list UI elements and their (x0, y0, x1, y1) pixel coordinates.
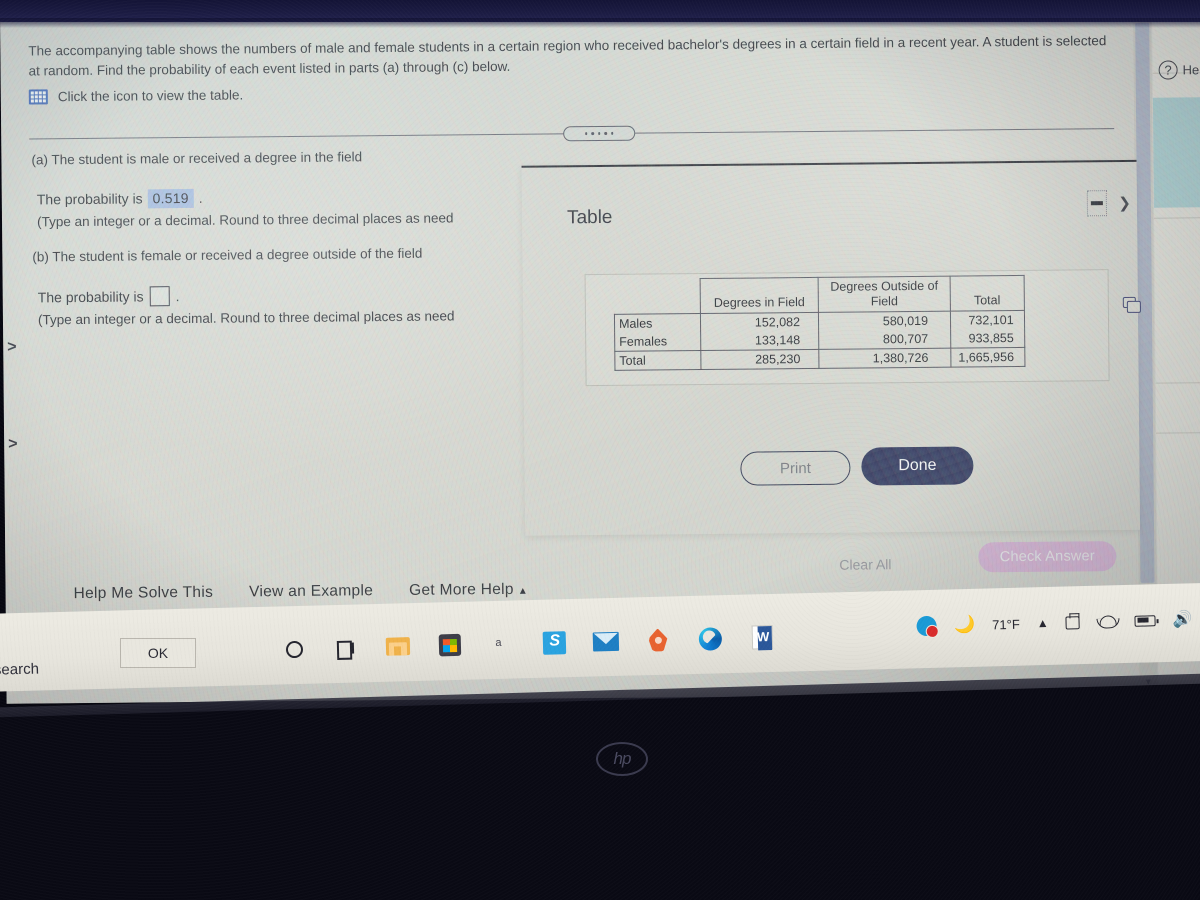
part-b-answer-row: The probability is . (38, 286, 180, 307)
table-header-row: Degrees in Field Degrees Outside of Fiel… (614, 275, 1025, 315)
check-answer-button[interactable]: Check Answer (978, 541, 1117, 573)
minimize-icon[interactable] (1086, 190, 1108, 217)
caret-up-icon: ▲ (517, 585, 529, 597)
help-badge-icon[interactable] (916, 615, 938, 637)
file-explorer-icon[interactable] (385, 633, 412, 660)
part-b-answer-input[interactable] (149, 286, 170, 307)
cell-in-field: 133,148 (700, 330, 819, 351)
row-label: Males (614, 313, 701, 333)
cell-outside-field: 800,707 (818, 329, 951, 350)
taskbar-icon-row: a (281, 624, 775, 662)
microsoft-store-icon[interactable] (437, 632, 464, 659)
view-an-example-button[interactable]: View an Example (249, 582, 373, 601)
table-col-header-1: Degrees in Field (700, 277, 819, 314)
table-row: Total 285,230 1,380,726 1,665,956 (614, 347, 1025, 371)
help-label: He (1182, 62, 1200, 78)
part-a-prompt: The probability is (36, 190, 143, 208)
table-col-header-2: Degrees Outside of Field (818, 276, 951, 313)
edge-marker-2: > (8, 435, 18, 453)
part-b-period: . (175, 288, 180, 305)
laptop-body (0, 681, 1200, 900)
monitor-bezel-top (0, 0, 1200, 28)
part-b-hint: (Type an integer or a decimal. Round to … (37, 308, 455, 328)
microsoft-word-icon[interactable] (749, 624, 776, 651)
cortana-circle-icon[interactable] (281, 636, 308, 663)
photographed-laptop-screen: ? He ▼ > > The accompanying table shows … (0, 0, 1200, 900)
taskbar-search-box[interactable]: o search (0, 661, 39, 679)
table-dialog: Table ❯ Degrees in Field Degrees Outside… (521, 159, 1141, 536)
part-a-hint: (Type an integer or a decimal. Round to … (36, 210, 454, 230)
get-more-help-label: Get More Help (408, 580, 514, 599)
cell-outside-field: 580,019 (818, 311, 951, 331)
ok-button[interactable]: OK (120, 638, 196, 668)
chevron-right-icon[interactable]: ❯ (1118, 194, 1131, 212)
speaker-icon[interactable]: 🔊 (1172, 609, 1192, 629)
get-more-help-button[interactable]: Get More Help ▲ (409, 581, 528, 600)
edge-marker-1: > (7, 338, 17, 356)
problem-statement: The accompanying table shows the numbers… (28, 33, 1107, 79)
clear-all-button[interactable]: Clear All (839, 556, 891, 572)
part-b-label: (b) The student is female or received a … (32, 245, 423, 265)
cell-total: 933,855 (950, 328, 1025, 349)
grid-table-icon[interactable] (28, 89, 48, 105)
cell-total: 1,665,956 (950, 347, 1025, 368)
degrees-table: Degrees in Field Degrees Outside of Fiel… (614, 275, 1025, 371)
print-button[interactable]: Print (740, 450, 851, 486)
cell-in-field: 152,082 (700, 312, 819, 333)
five-dots-handle[interactable] (563, 125, 636, 142)
dialog-title: Table (566, 206, 613, 229)
cloud-icon[interactable] (1096, 615, 1117, 629)
system-tray: 🌙 71°F ▲ 🔊 (916, 609, 1193, 637)
hp-logo: hp (596, 742, 648, 776)
cell-outside-field: 1,380,726 (818, 348, 951, 369)
view-table-label: Click the icon to view the table. (57, 87, 244, 105)
battery-icon[interactable] (1134, 614, 1156, 627)
view-table-link[interactable]: Click the icon to view the table. (28, 87, 244, 105)
table-col-header-3: Total (950, 275, 1025, 312)
part-a-answer-row: The probability is 0.519 . (36, 188, 203, 210)
copy-window-icon[interactable] (1122, 296, 1136, 308)
row-label: Total (614, 350, 701, 371)
maps-pin-icon[interactable] (645, 627, 672, 654)
temperature-label[interactable]: 71°F (992, 616, 1020, 632)
question-mark-circle-icon: ? (1158, 60, 1178, 80)
cell-in-field: 285,230 (700, 349, 819, 370)
part-a-period: . (198, 189, 203, 206)
moon-icon[interactable]: 🌙 (954, 615, 976, 636)
part-a-answer-input[interactable]: 0.519 (147, 188, 194, 209)
cell-total: 732,101 (950, 310, 1025, 330)
skype-icon[interactable] (541, 629, 568, 656)
mail-icon[interactable] (592, 628, 620, 655)
teal-band (1152, 97, 1200, 208)
chevron-up-icon[interactable]: ▲ (1037, 616, 1049, 630)
dialog-table-container: Degrees in Field Degrees Outside of Fiel… (584, 269, 1136, 387)
help-me-solve-this-button[interactable]: Help Me Solve This (74, 584, 214, 603)
part-b-prompt: The probability is (37, 288, 144, 306)
microsoft-edge-icon[interactable] (697, 625, 724, 652)
row-label: Females (614, 332, 701, 352)
projector-icon[interactable] (1065, 615, 1080, 630)
paint-3d-icon[interactable]: a (489, 630, 516, 657)
table-col-header-0 (614, 279, 700, 315)
task-view-icon[interactable] (333, 634, 360, 661)
help-links-row: Help Me Solve This View an Example Get M… (74, 581, 529, 603)
done-button[interactable]: Done (861, 446, 974, 486)
help-link-top-right[interactable]: ? He (1158, 60, 1200, 80)
part-a-label: (a) The student is male or received a de… (31, 149, 363, 168)
